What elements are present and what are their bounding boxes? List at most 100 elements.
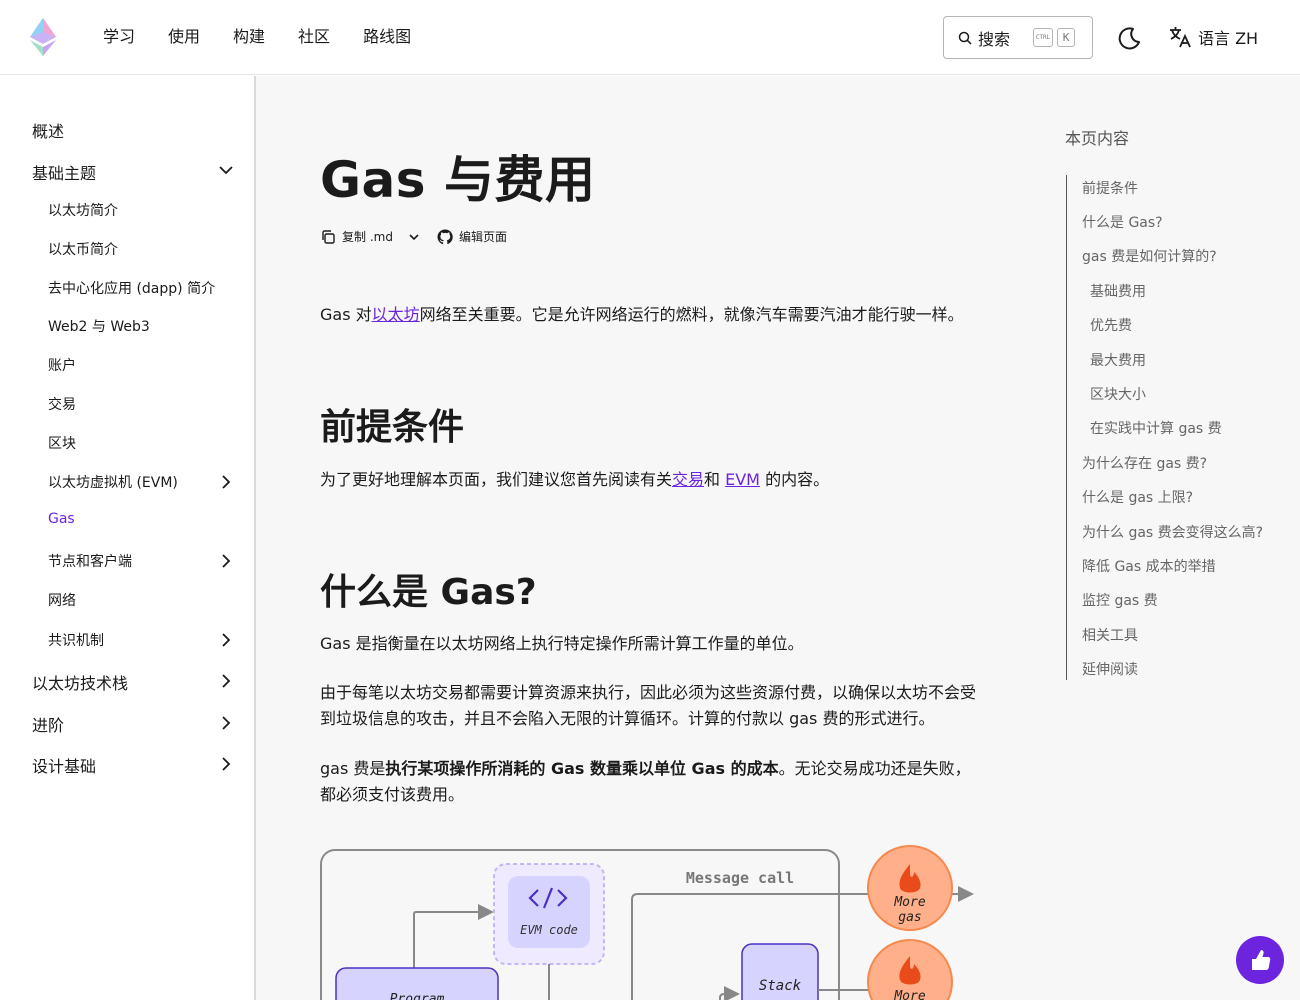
prereq-text-pre: 为了更好地理解本页面，我们建议您首先阅读有关 [320, 470, 673, 489]
sidebar-item-networks[interactable]: 网络 [0, 590, 255, 610]
feedback-button[interactable] [1236, 936, 1284, 984]
sidebar-item-accounts[interactable]: 账户 [0, 355, 255, 375]
sidebar-item-label: Gas [48, 511, 75, 527]
sidebar-item-label: 进阶 [32, 716, 65, 735]
what-paragraph-2: 由于每笔以太坊交易都需要计算资源来执行，因此必须为这些资源付费，以确保以太坊不会… [320, 683, 977, 728]
what-p3-bold: 执行某项操作所消耗的 Gas 数量乘以单位 Gas 的成本 [385, 759, 779, 778]
sidebar-item-label: 设计基础 [32, 757, 97, 776]
moon-icon[interactable] [1117, 25, 1143, 51]
sidebar-item-label: 基础主题 [32, 164, 97, 183]
sidebar-item-label: 共识机制 [48, 633, 104, 649]
toc-item-further-reading[interactable]: 延伸阅读 [1082, 659, 1138, 679]
sidebar-item-advanced[interactable]: 进阶 [0, 712, 255, 735]
more-gas-1-line2: gas [898, 910, 921, 925]
evm-code-label: EVM code [520, 923, 578, 937]
nav-community[interactable]: 社区 [298, 26, 330, 48]
toc-item-gas-limit[interactable]: 什么是 gas 上限? [1082, 487, 1193, 507]
sidebar-item-intro-dapps[interactable]: 去中心化应用 (dapp) 简介 [0, 278, 255, 298]
chevron-right-icon [222, 475, 231, 489]
sidebar-item-label: 以太坊虚拟机 (EVM) [48, 475, 178, 491]
sidebar-item-design[interactable]: 设计基础 [0, 753, 255, 776]
transactions-link[interactable]: 交易 [672, 470, 704, 489]
evm-code-box [508, 876, 590, 948]
toc-item-max-fee[interactable]: 最大费用 [1090, 350, 1146, 370]
evm-link[interactable]: EVM [725, 470, 760, 489]
toc-item-reduce-costs[interactable]: 降低 Gas 成本的举措 [1082, 556, 1216, 576]
edit-page-button[interactable]: 编辑页面 [437, 228, 507, 245]
search-icon [958, 31, 972, 45]
toc-item-block-size[interactable]: 区块大小 [1090, 384, 1146, 404]
what-paragraph-1: Gas 是指衡量在以太坊网络上执行特定操作所需计算工作量的单位。 [320, 634, 804, 653]
chevron-right-icon [222, 674, 231, 688]
github-icon [437, 228, 453, 244]
chevron-right-icon [222, 716, 231, 730]
ethereum-link[interactable]: 以太坊 [372, 305, 420, 324]
kbd-k: K [1057, 28, 1075, 47]
copy-icon [322, 229, 335, 244]
toc-divider [1066, 175, 1067, 680]
nav-use[interactable]: 使用 [168, 26, 200, 48]
sidebar-item-label: Web2 与 Web3 [48, 319, 150, 335]
toc-item-base-fee[interactable]: 基础费用 [1090, 281, 1146, 301]
toc-item-how-calculated[interactable]: gas 费是如何计算的? [1082, 246, 1217, 266]
sidebar-item-label: 节点和客户端 [48, 554, 132, 570]
sidebar-item-blocks[interactable]: 区块 [0, 433, 255, 453]
intro-text-pre: Gas 对 [320, 305, 372, 324]
toc-item-related-tools[interactable]: 相关工具 [1082, 625, 1138, 645]
search-button[interactable]: 搜索 CTRL K [943, 16, 1093, 59]
program-label: Program [390, 992, 445, 1000]
sidebar-item-nodes-clients[interactable]: 节点和客户端 [0, 551, 255, 571]
heading-what-is-gas: 什么是 Gas? [320, 572, 537, 613]
ethereum-logo-icon[interactable] [30, 18, 56, 56]
sidebar-item-label: 交易 [48, 397, 76, 413]
toc-item-why-high[interactable]: 为什么 gas 费会变得这么高? [1082, 522, 1263, 542]
sidebar-item-intro-ether[interactable]: 以太币简介 [0, 239, 255, 259]
sidebar-item-overview[interactable]: 概述 [0, 118, 255, 141]
kbd-ctrl: CTRL [1033, 28, 1053, 47]
prereq-text-mid: 和 [704, 470, 726, 489]
arrow-to-stack [719, 986, 740, 1000]
more-gas-2-line1: More [893, 989, 925, 1000]
language-button[interactable]: 语言 ZH [1168, 25, 1258, 49]
sidebar-item-label: 网络 [48, 593, 76, 609]
nav-build[interactable]: 构建 [233, 26, 265, 48]
nav-learn[interactable]: 学习 [103, 26, 135, 48]
intro-paragraph: Gas 对以太坊网络至关重要。它是允许网络运行的燃料，就像汽车需要汽油才能行驶一… [320, 302, 980, 328]
chevron-right-icon [222, 633, 231, 647]
edit-page-label: 编辑页面 [458, 230, 507, 244]
sidebar-item-stack[interactable]: 以太坊技术栈 [0, 670, 255, 693]
sidebar-item-label: 以太坊技术栈 [32, 674, 129, 693]
what-p3-pre: gas 费是 [320, 759, 386, 778]
toc-item-priority-fee[interactable]: 优先费 [1090, 315, 1132, 335]
translate-icon [1170, 27, 1191, 48]
search-label: 搜索 [978, 29, 1011, 49]
sidebar-item-transactions[interactable]: 交易 [0, 394, 255, 414]
toc-title: 本页内容 [1065, 129, 1130, 148]
sidebar-item-foundational[interactable]: 基础主题 [0, 160, 255, 183]
sidebar-item-evm[interactable]: 以太坊虚拟机 (EVM) [0, 472, 255, 492]
toc-item-monitoring[interactable]: 监控 gas 费 [1082, 590, 1158, 610]
sidebar-item-consensus[interactable]: 共识机制 [0, 630, 255, 650]
page-actions: 复制 .md 编辑页面 [320, 228, 507, 245]
top-header: 学习 使用 构建 社区 路线图 搜索 CTRL K 语言 ZH [0, 0, 1300, 75]
chevron-right-icon [222, 757, 231, 771]
sidebar-item-intro-ethereum[interactable]: 以太坊简介 [0, 200, 255, 220]
toc-item-calculating-in-practice[interactable]: 在实践中计算 gas 费 [1090, 418, 1222, 438]
toc-item-why-gas-fees[interactable]: 为什么存在 gas 费? [1082, 453, 1207, 473]
chevron-down-icon[interactable] [407, 230, 421, 244]
sidebar-item-label: 账户 [48, 358, 76, 374]
chevron-right-icon [222, 554, 231, 568]
page-title: Gas 与费用 [320, 151, 596, 209]
nav-roadmap[interactable]: 路线图 [363, 26, 411, 48]
gas-diagram: EVM code Message call More gas Stack Mor… [320, 845, 974, 1000]
arrow-program-evm [413, 904, 494, 968]
toc-item-what-is-gas[interactable]: 什么是 Gas? [1082, 212, 1163, 232]
toc-item-prerequisites[interactable]: 前提条件 [1082, 178, 1138, 198]
prereq-paragraph: 为了更好地理解本页面，我们建议您首先阅读有关交易和 EVM 的内容。 [320, 467, 980, 493]
more-gas-1-line1: More [893, 895, 925, 910]
sidebar-item-gas[interactable]: Gas [0, 511, 255, 531]
main-nav: 学习 使用 构建 社区 路线图 [103, 26, 444, 48]
sidebar-item-web2-web3[interactable]: Web2 与 Web3 [0, 316, 255, 336]
sidebar-item-label: 去中心化应用 (dapp) 简介 [48, 281, 216, 297]
copy-md-button[interactable]: 复制 .md [320, 228, 393, 245]
